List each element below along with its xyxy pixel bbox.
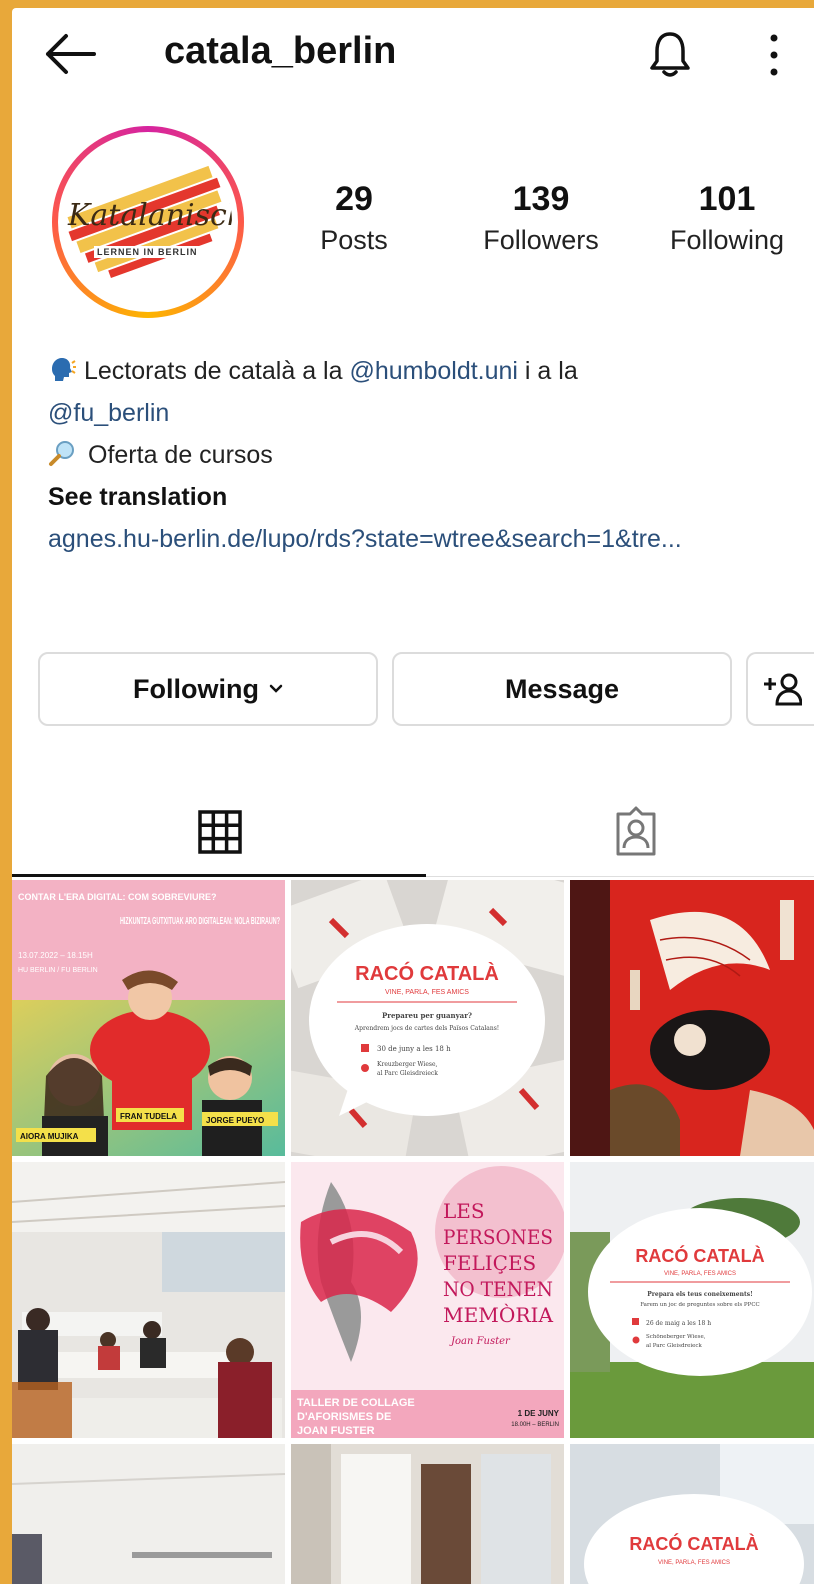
mention-fu-berlin[interactable]: @fu_berlin <box>48 392 808 434</box>
post-3-artwork <box>570 880 814 1156</box>
bio-offer-text: Oferta de cursos <box>88 441 273 469</box>
post-2-line-1: Prepareu per guanyar? <box>382 1011 472 1020</box>
message-button-label: Message <box>504 673 620 704</box>
grid-tab-icon[interactable] <box>190 804 250 860</box>
post-2-where-2: al Parc Gleisdreieck <box>377 1070 438 1077</box>
post-5-quote-1: LES <box>443 1199 485 1223</box>
post-5-bottom-1: TALLER DE COLLAGE <box>297 1397 415 1409</box>
post-9-artwork: RACÓ CATALÀ VINE, PARLA, FES AMICS <box>570 1444 814 1584</box>
see-translation-link[interactable]: See translation <box>48 476 808 518</box>
stat-followers-label: Followers <box>483 225 599 255</box>
stat-following[interactable]: 101 Following <box>652 180 802 256</box>
profile-username: catala_berlin <box>164 30 397 72</box>
post-6-where-1: Schöneberger Wiese, <box>646 1334 706 1340</box>
post-7-artwork <box>12 1444 285 1584</box>
post-2-title: RACÓ CATALÀ <box>355 961 499 985</box>
chevron-down-icon <box>269 684 283 693</box>
post-6-subtitle: VINE, PARLA, FES AMICS <box>664 1271 736 1277</box>
post-2[interactable]: RACÓ CATALÀ VINE, PARLA, FES AMICS Prepa… <box>291 880 564 1156</box>
post-2-subtitle: VINE, PARLA, FES AMICS <box>385 989 469 996</box>
post-6-line-2: Farem un joc de preguntes sobre els PPCC <box>640 1302 760 1308</box>
post-1-person-2: FRAN TUDELA <box>120 1112 177 1121</box>
bio-line-1: Lectorats de català a la @humboldt.uni i… <box>48 350 808 392</box>
avatar-logo-text: Katalanisch <box>68 198 232 233</box>
post-2-artwork: RACÓ CATALÀ VINE, PARLA, FES AMICS Prepa… <box>291 880 564 1156</box>
post-8[interactable] <box>291 1444 564 1584</box>
post-2-where-1: Kreuzberger Wiese, <box>377 1061 438 1068</box>
post-1-top-text: CONTAR L'ERA DIGITAL: COM SOBREVIURE? <box>18 892 216 902</box>
post-5-bottom-3: JOAN FUSTER <box>297 1425 375 1437</box>
stat-followers[interactable]: 139 Followers <box>464 180 618 256</box>
add-person-icon <box>764 673 802 706</box>
avatar-logo-subtext: LERNEN IN BERLIN <box>94 246 201 258</box>
post-5-quote-2: PERSONES <box>443 1225 553 1249</box>
post-1[interactable]: FRAN TUDELA AIORA MUJIKA JORGE PUEYO CON… <box>12 880 285 1156</box>
bell-icon[interactable] <box>648 30 692 80</box>
post-3[interactable] <box>570 880 814 1156</box>
post-6-artwork: RACÓ CATALÀ VINE, PARLA, FES AMICS Prepa… <box>570 1162 814 1438</box>
post-5-time: 18.00H – BERLIN <box>511 1422 559 1428</box>
post-6[interactable]: RACÓ CATALÀ VINE, PARLA, FES AMICS Prepa… <box>570 1162 814 1438</box>
post-5-quote-5: MEMÒRIA <box>443 1302 554 1327</box>
post-1-title: HIZKUNTZA GUTXITUAK ARO DIGITALEAN: NOLA… <box>120 916 280 927</box>
post-8-artwork <box>291 1444 564 1584</box>
post-6-when: 26 de maig a les 18 h <box>646 1320 711 1327</box>
post-4[interactable] <box>12 1162 285 1438</box>
back-arrow-icon[interactable] <box>42 32 98 76</box>
bio-line-3: Oferta de cursos <box>48 434 808 476</box>
post-1-place: HU BERLIN / FU BERLIN <box>18 967 98 974</box>
active-tab-underline <box>12 874 426 877</box>
stat-following-value: 101 <box>698 180 756 218</box>
post-5-bottom-2: D'AFORISMES DE <box>297 1411 391 1423</box>
post-1-artwork: FRAN TUDELA AIORA MUJIKA JORGE PUEYO CON… <box>12 880 285 1156</box>
post-5-date: 1 DE JUNY <box>518 1409 560 1418</box>
message-button[interactable]: Message <box>392 652 732 726</box>
post-9[interactable]: RACÓ CATALÀ VINE, PARLA, FES AMICS <box>570 1444 814 1584</box>
bio-line-1-suffix: i a la <box>517 357 578 385</box>
following-button[interactable]: Following <box>38 652 378 726</box>
stat-followers-value: 139 <box>512 180 570 218</box>
post-1-person-3: JORGE PUEYO <box>206 1116 264 1125</box>
post-9-title: RACÓ CATALÀ <box>629 1533 758 1554</box>
post-2-line-2: Aprendrem jocs de cartes dels Països Cat… <box>354 1025 499 1032</box>
following-button-label: Following <box>133 673 259 704</box>
stat-posts-value: 29 <box>335 180 373 218</box>
tagged-tab-icon[interactable] <box>606 804 666 860</box>
post-6-title: RACÓ CATALÀ <box>635 1245 764 1266</box>
post-6-line-1: Prepara els teus coneixements! <box>647 1291 753 1298</box>
more-vertical-icon[interactable] <box>764 30 784 80</box>
stat-posts-label: Posts <box>320 225 388 255</box>
stat-posts: 29 Posts <box>308 180 400 256</box>
post-5[interactable]: LES PERSONES FELIÇES NO TENEN MEMÒRIA Jo… <box>291 1162 564 1438</box>
post-1-person-1: AIORA MUJIKA <box>20 1132 79 1141</box>
post-5-artwork: LES PERSONES FELIÇES NO TENEN MEMÒRIA Jo… <box>291 1162 564 1438</box>
profile-bio: Lectorats de català a la @humboldt.uni i… <box>48 350 808 560</box>
post-7[interactable] <box>12 1444 285 1584</box>
avatar-story-ring[interactable]: Katalanisch LERNEN IN BERLIN <box>52 126 244 318</box>
stat-following-label: Following <box>669 225 785 255</box>
avatar: Katalanisch LERNEN IN BERLIN <box>64 138 232 306</box>
profile-screen: catala_berlin Katalanisch LERNEN IN BERL… <box>12 8 814 1584</box>
post-1-date: 13.07.2022 – 18.15H <box>18 951 93 960</box>
magnifier-emoji <box>49 441 74 466</box>
top-bar: catala_berlin <box>12 8 814 98</box>
post-2-when: 30 de juny a les 18 h <box>377 1045 451 1053</box>
speaking-head-emoji <box>52 358 76 381</box>
add-person-button[interactable] <box>746 652 814 726</box>
bio-line-1-prefix: Lectorats de català a la <box>84 357 350 385</box>
mention-humboldt[interactable]: @humboldt.uni <box>349 357 518 385</box>
avatar-border: Katalanisch LERNEN IN BERLIN <box>58 132 238 312</box>
post-5-author: Joan Fuster <box>449 1336 511 1347</box>
post-5-quote-3: FELIÇES <box>443 1251 536 1275</box>
post-6-where-2: al Parc Gleisdreieck <box>646 1343 702 1349</box>
post-9-subtitle: VINE, PARLA, FES AMICS <box>658 1560 730 1566</box>
post-4-artwork <box>12 1162 285 1438</box>
bio-website-link[interactable]: agnes.hu-berlin.de/lupo/rds?state=wtree&… <box>48 518 808 560</box>
post-5-quote-4: NO TENEN <box>443 1277 553 1301</box>
